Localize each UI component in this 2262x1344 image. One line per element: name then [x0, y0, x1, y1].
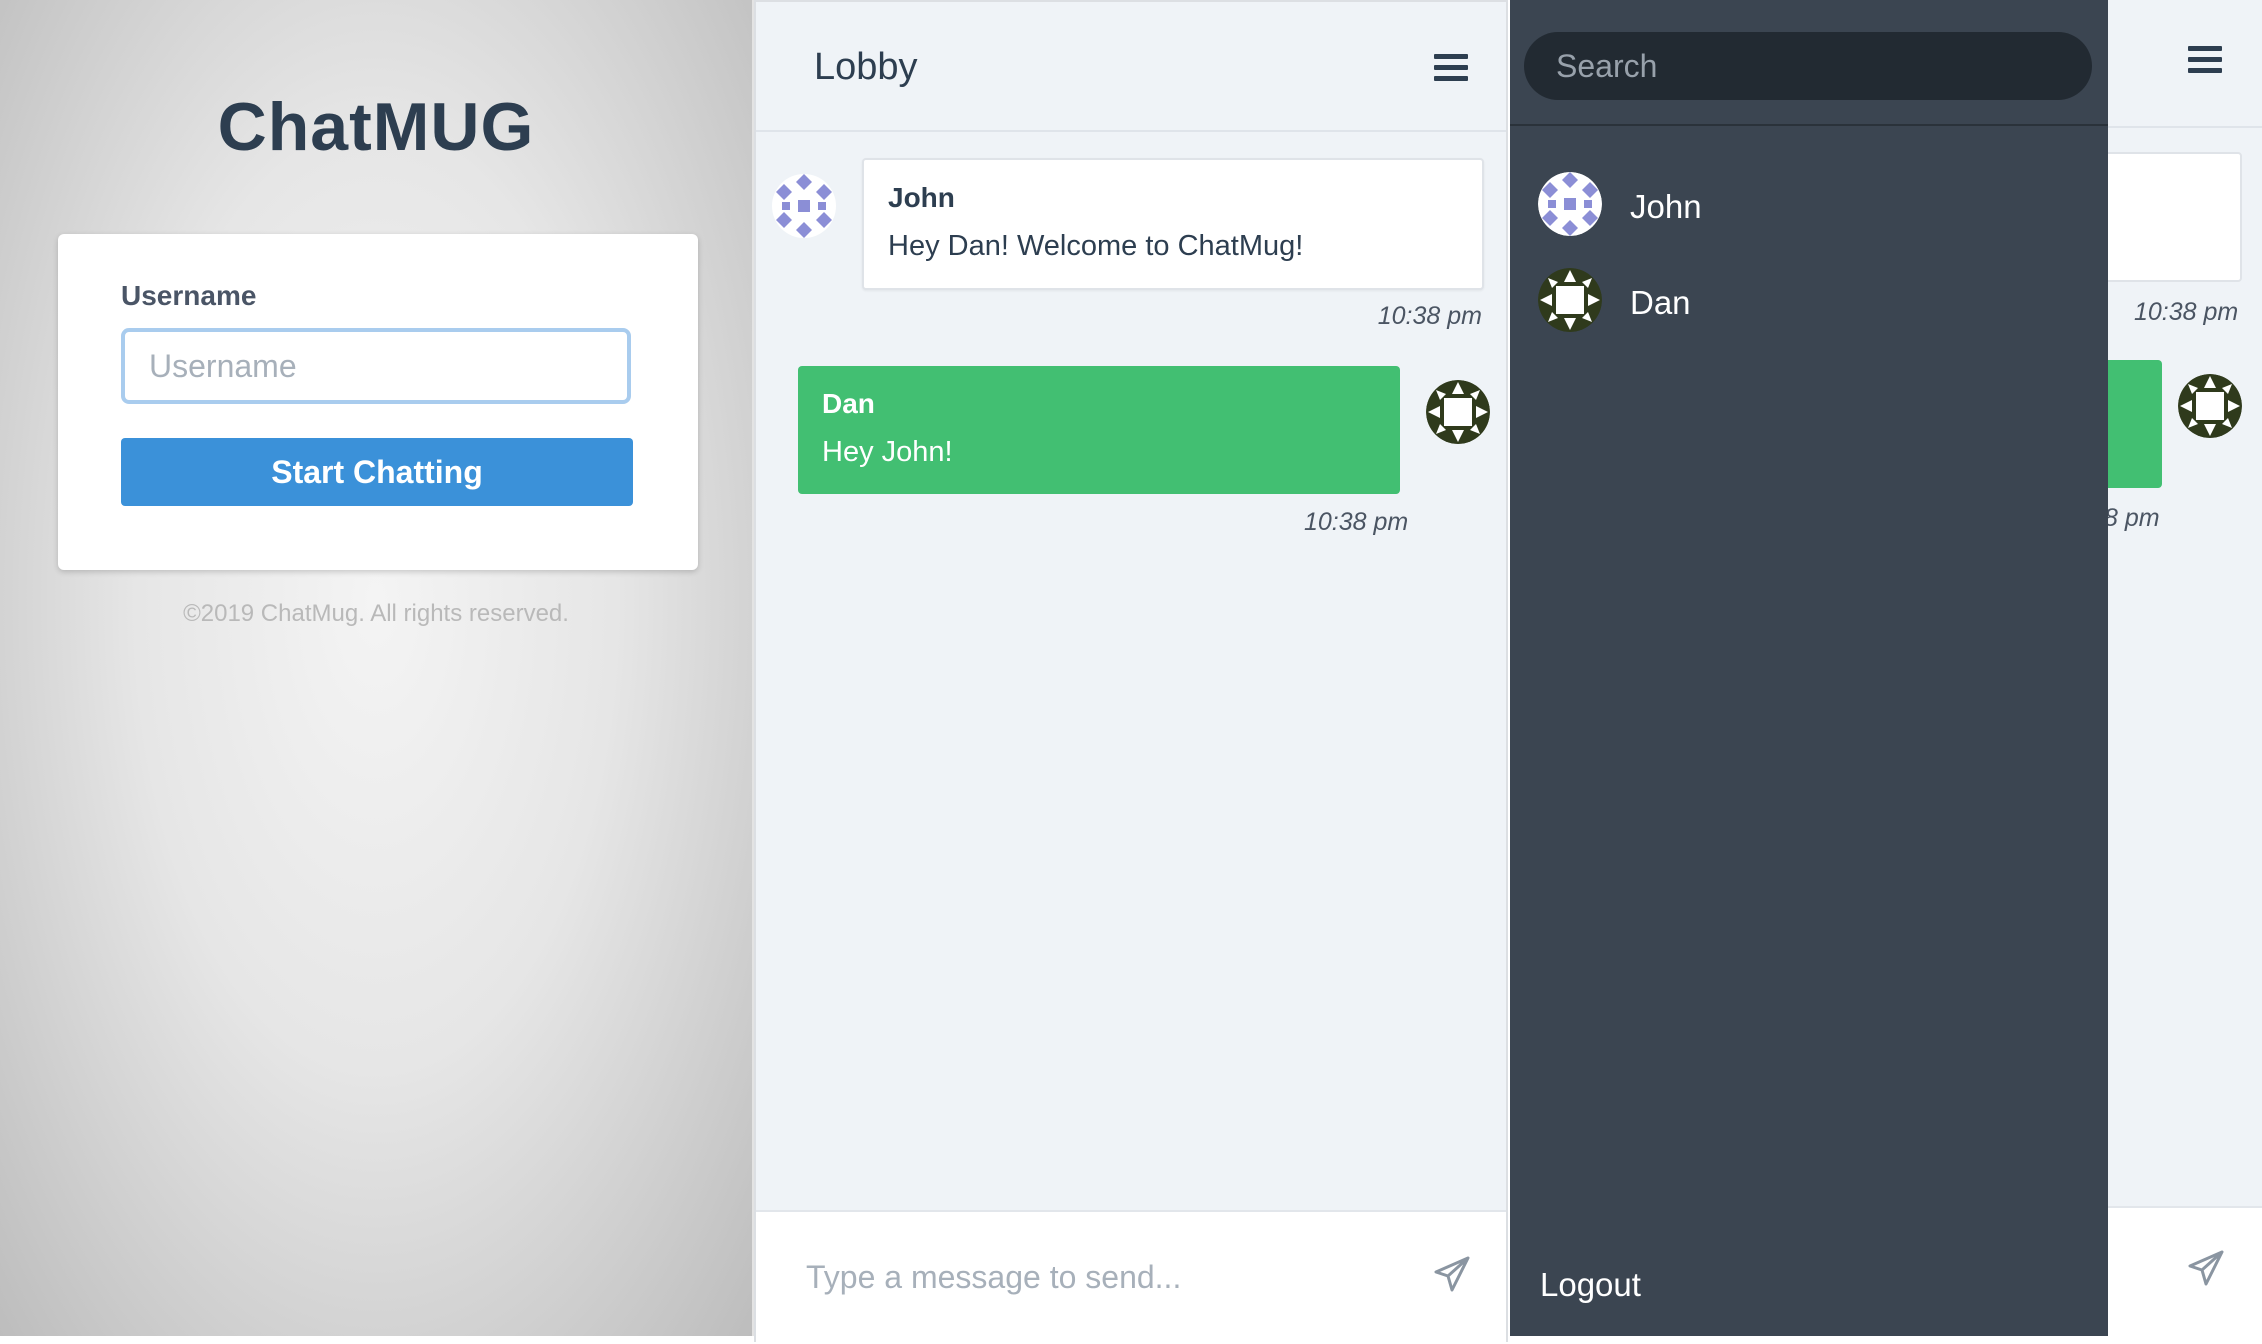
- app-title: ChatMUG: [217, 89, 535, 165]
- username-label: Username: [121, 280, 257, 311]
- dan-avatar: [2178, 374, 2242, 438]
- user-list-item-dan[interactable]: Dan: [1538, 268, 1938, 338]
- dan-avatar: [1426, 380, 1490, 444]
- paper-plane-icon[interactable]: [1432, 1254, 1472, 1294]
- message-time: 10:38 pm: [2134, 298, 2239, 326]
- users-drawer: John Dan Logout: [1510, 0, 2108, 1336]
- user-name: John: [1630, 188, 1702, 225]
- chat-screen: Lobby John Hey Dan! Welcome to ChatMug! …: [754, 0, 1508, 1342]
- hamburger-menu-icon[interactable]: [1434, 54, 1468, 82]
- identicon-icon: [2178, 374, 2242, 438]
- chat-header: Lobby: [756, 0, 1506, 132]
- username-input[interactable]: [121, 328, 631, 404]
- search-input[interactable]: [1524, 32, 2092, 100]
- login-card: Username Start Chatting: [58, 234, 698, 570]
- message-time: 8 pm: [2104, 504, 2160, 532]
- user-list-item-john[interactable]: John: [1538, 172, 1938, 242]
- hamburger-menu-icon[interactable]: [2188, 46, 2222, 74]
- message-author: Dan: [822, 388, 875, 419]
- logout-link[interactable]: Logout: [1540, 1266, 1641, 1304]
- john-avatar: [772, 174, 836, 238]
- identicon-icon: [1426, 380, 1490, 444]
- identicon-icon: [1538, 268, 1602, 332]
- copyright-footer: ©2019 ChatMug. All rights reserved.: [183, 600, 569, 627]
- message-time: 10:38 pm: [1304, 508, 1409, 536]
- john-avatar: [1538, 172, 1602, 236]
- divider: [1510, 124, 2108, 126]
- message-text: Hey John!: [822, 436, 953, 468]
- identicon-icon: [1538, 172, 1602, 236]
- paper-plane-icon[interactable]: [2186, 1248, 2226, 1288]
- room-title: Lobby: [814, 46, 918, 88]
- dan-avatar: [1538, 268, 1602, 332]
- login-screen: ChatMUG Username Start Chatting ©2019 Ch…: [0, 0, 754, 1336]
- user-name: Dan: [1630, 284, 1691, 321]
- message-bubble-dan: Dan Hey John!: [798, 366, 1400, 494]
- identicon-icon: [772, 174, 836, 238]
- start-chatting-button[interactable]: Start Chatting: [121, 438, 633, 506]
- message-time: 10:38 pm: [1377, 302, 1482, 330]
- message-input[interactable]: [804, 1246, 1368, 1308]
- message-author: John: [888, 182, 955, 213]
- message-composer: [756, 1210, 1506, 1342]
- users-drawer-screen: 10:38 pm 8 pm Search John Dan Logout: [1510, 0, 2262, 1336]
- message-text: Hey Dan! Welcome to ChatMug!: [888, 230, 1304, 262]
- message-bubble-john: John Hey Dan! Welcome to ChatMug!: [862, 158, 1484, 290]
